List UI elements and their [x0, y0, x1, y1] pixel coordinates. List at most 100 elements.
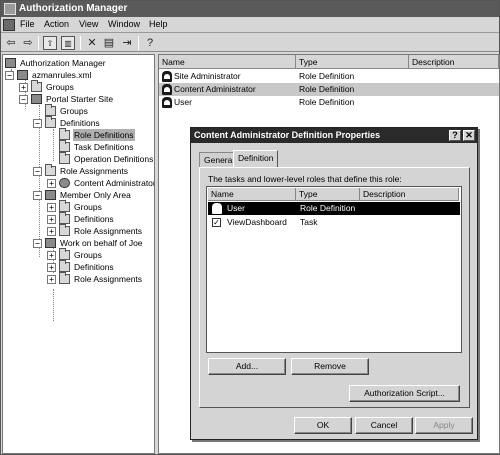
expand-icon[interactable]: +	[47, 179, 56, 188]
tree-label: Definitions	[74, 262, 114, 272]
delete-icon[interactable]: ✕	[85, 36, 99, 50]
application-icon	[31, 94, 42, 104]
roles-caption: The tasks and lower-level roles that def…	[208, 174, 402, 184]
list-row[interactable]: User Role Definition	[159, 96, 499, 109]
folder-icon	[59, 224, 70, 236]
definition-row[interactable]: ✓ ViewDashboard Task	[208, 216, 460, 229]
collapse-icon[interactable]: −	[33, 119, 42, 128]
folder-icon	[59, 260, 70, 272]
scope-icon	[45, 238, 56, 248]
expand-icon[interactable]: +	[47, 203, 56, 212]
column-header-type[interactable]: Type	[296, 55, 409, 69]
menu-help[interactable]: Help	[149, 19, 168, 29]
help-icon[interactable]: ?	[143, 36, 157, 50]
scope-icon	[45, 190, 56, 200]
column-header-name[interactable]: Name	[208, 188, 296, 201]
folder-icon	[59, 152, 70, 164]
definition-list[interactable]: Name Type Description User Role Definiti…	[206, 186, 462, 353]
help-button[interactable]: ?	[449, 130, 461, 141]
menu-bar: File Action View Window Help	[1, 17, 499, 33]
expand-icon[interactable]: +	[47, 275, 56, 284]
tree-label: Operation Definitions	[74, 154, 154, 164]
folder-icon	[45, 104, 56, 116]
tree-label: Authorization Manager	[20, 58, 106, 68]
title-bar: Authorization Manager	[1, 1, 499, 17]
expand-icon[interactable]: +	[47, 215, 56, 224]
tree-label: Definitions	[74, 214, 114, 224]
dialog-title: Content Administrator Definition Propert…	[194, 130, 381, 140]
definition-row[interactable]: User Role Definition	[208, 202, 460, 215]
window-title: Authorization Manager	[19, 3, 128, 14]
authorization-script-button[interactable]: Authorization Script...	[349, 385, 460, 402]
system-menu-icon[interactable]	[3, 19, 15, 31]
apply-button[interactable]: Apply	[415, 417, 473, 434]
expand-icon[interactable]: +	[47, 251, 56, 260]
tree-label: Task Definitions	[74, 142, 134, 152]
console-tree[interactable]: Authorization Manager − azmanrules.xml +…	[2, 54, 155, 454]
column-header-name[interactable]: Name	[159, 55, 296, 69]
close-button[interactable]: ✕	[463, 130, 475, 141]
row-name: Content Administrator	[174, 84, 256, 94]
tab-definition[interactable]: Definition	[233, 150, 279, 167]
role-icon	[212, 203, 222, 214]
tree-label: Groups	[46, 82, 74, 92]
task-icon: ✓	[212, 218, 221, 227]
up-folder-icon[interactable]: ⇧	[43, 36, 57, 50]
tree-label: Work on behalf of Joe	[60, 238, 143, 248]
toolbar-separator	[138, 36, 139, 50]
tree-label: Member Only Area	[60, 190, 131, 200]
export-list-icon[interactable]: ⇥	[120, 36, 134, 50]
toolbar-separator	[80, 36, 81, 50]
dialog-title-bar: Content Administrator Definition Propert…	[191, 128, 477, 143]
tree-label: Role Assignments	[60, 166, 129, 176]
ok-button[interactable]: OK	[294, 417, 352, 434]
folder-icon	[59, 128, 70, 140]
back-arrow-icon[interactable]: ⇦	[4, 36, 18, 50]
role-icon	[162, 71, 172, 82]
store-icon	[17, 70, 28, 80]
tree-label: Role Definitions	[73, 129, 135, 141]
tree-label: Role Assignments	[74, 226, 143, 236]
toolbar: ⇦ ⇨ ⇧ ▥ ✕ ▤ ⇥ ?	[1, 34, 499, 52]
folder-icon	[31, 80, 42, 92]
menu-view[interactable]: View	[79, 19, 98, 29]
collapse-icon[interactable]: −	[5, 71, 14, 80]
show-hide-tree-icon[interactable]: ▥	[61, 36, 75, 50]
row-name: ViewDashboard	[227, 217, 287, 227]
cancel-button[interactable]: Cancel	[355, 417, 413, 434]
expand-icon[interactable]: +	[47, 227, 56, 236]
add-button[interactable]: Add...	[208, 358, 286, 375]
tree-label: Groups	[74, 250, 102, 260]
row-type: Role Definition	[299, 84, 355, 94]
tree-label: azmanrules.xml	[32, 70, 92, 80]
tree-label: Groups	[60, 106, 88, 116]
row-type: Role Definition	[299, 71, 355, 81]
menu-action[interactable]: Action	[44, 19, 69, 29]
column-header-type[interactable]: Type	[296, 188, 360, 201]
collapse-icon[interactable]: −	[33, 191, 42, 200]
remove-button[interactable]: Remove	[291, 358, 369, 375]
forward-arrow-icon[interactable]: ⇨	[21, 36, 35, 50]
app-icon	[4, 3, 16, 15]
expand-icon[interactable]: +	[19, 83, 28, 92]
row-name: Site Administrator	[174, 71, 241, 81]
folder-icon	[59, 200, 70, 212]
tree-label: Content Administrator	[74, 178, 155, 188]
menu-window[interactable]: Window	[108, 19, 140, 29]
role-assignment-icon	[59, 178, 70, 188]
folder-icon	[59, 140, 70, 152]
expand-icon[interactable]: +	[47, 263, 56, 272]
list-row[interactable]: Content Administrator Role Definition	[159, 83, 499, 96]
column-header-description[interactable]: Description	[360, 188, 459, 201]
tree-label: Groups	[74, 202, 102, 212]
collapse-icon[interactable]: −	[19, 95, 28, 104]
folder-icon	[45, 116, 56, 128]
tree-label: Portal Starter Site	[46, 94, 114, 104]
row-type: Role Definition	[299, 97, 355, 107]
collapse-icon[interactable]: −	[33, 167, 42, 176]
collapse-icon[interactable]: −	[33, 239, 42, 248]
list-row[interactable]: Site Administrator Role Definition	[159, 70, 499, 83]
menu-file[interactable]: File	[20, 19, 35, 29]
properties-icon[interactable]: ▤	[102, 36, 116, 50]
column-header-description[interactable]: Description	[409, 55, 499, 69]
